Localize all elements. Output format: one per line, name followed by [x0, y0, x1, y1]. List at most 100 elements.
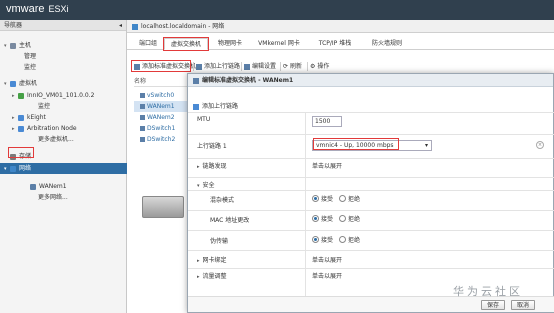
list-item[interactable]: DSwitch1	[140, 123, 175, 134]
nav-item-vm-monitor[interactable]: 监控	[0, 101, 127, 112]
switch-icon	[30, 183, 36, 190]
security-label[interactable]: ▾ 安全	[197, 180, 215, 189]
breadcrumb: localhost.localdomain - 网络	[127, 20, 554, 33]
actions-menu-button[interactable]: ⚙ 操作	[310, 61, 329, 72]
edit-icon	[244, 63, 250, 70]
add-uplink-button[interactable]: 添加上行链路	[196, 61, 240, 72]
toolbar-divider	[193, 62, 194, 71]
list-item[interactable]: vSwitch0	[140, 90, 174, 101]
promiscuous-radio-group: 接受 拒绝	[312, 194, 364, 203]
tab-firewall-rules[interactable]: 防火墙规则	[365, 38, 409, 50]
vm-icon	[10, 80, 16, 87]
refresh-icon: ⟳	[283, 63, 289, 70]
mtu-label: MTU	[197, 116, 211, 123]
navigator-title: 导航器	[4, 22, 23, 29]
link-discovery-value[interactable]: 单击以展开	[312, 161, 342, 170]
expand-arrow-icon[interactable]: ▸	[197, 258, 200, 264]
switch-icon	[140, 137, 145, 142]
link-discovery-label[interactable]: ▸ 链路发现	[197, 161, 227, 170]
switch-icon	[140, 93, 145, 98]
mac-change-reject-radio[interactable]	[338, 215, 346, 222]
switch-icon	[140, 126, 145, 131]
forged-accept-radio[interactable]	[312, 236, 319, 243]
security-row[interactable]	[188, 177, 554, 190]
host-icon	[10, 42, 16, 49]
vm-icon	[18, 114, 24, 121]
list-item[interactable]: WANem2	[140, 112, 175, 123]
cancel-button[interactable]: 取消	[511, 300, 535, 310]
nav-item-host[interactable]: ▾ 主机	[0, 40, 127, 51]
switch-diagram-icon	[142, 196, 184, 218]
refresh-button[interactable]: ⟳ 刷新	[283, 61, 302, 72]
nav-item-wanem1[interactable]: WANem1	[0, 181, 127, 192]
nav-item-manage[interactable]: 管理	[0, 51, 127, 62]
forged-reject-radio[interactable]	[338, 236, 346, 243]
switch-icon	[140, 104, 145, 109]
nav-item-vm-arbitration[interactable]: ▸ Arbitration Node	[0, 123, 127, 134]
toolbar-divider	[307, 62, 308, 71]
mac-change-radio-group: 接受 拒绝	[312, 214, 364, 223]
annotation-highlight-add-vswitch	[131, 60, 191, 72]
nav-item-more-vms[interactable]: 更多虚拟机...	[0, 134, 127, 145]
nic-teaming-label[interactable]: ▸ 网卡绑定	[197, 255, 227, 264]
promiscuous-row	[188, 190, 554, 210]
switch-icon	[193, 77, 199, 84]
tab-physical-nics[interactable]: 物理网卡	[212, 38, 248, 50]
list-column-header[interactable]: 名称	[134, 77, 194, 87]
nav-item-vms[interactable]: ▾ 虚拟机	[0, 78, 127, 89]
annotation-highlight-tab	[163, 37, 209, 51]
remove-uplink-icon[interactable]: ×	[536, 141, 544, 149]
promiscuous-accept-radio[interactable]	[312, 195, 319, 202]
gear-icon: ⚙	[310, 63, 316, 70]
switch-icon	[140, 115, 145, 120]
forged-transmits-radio-group: 接受 拒绝	[312, 235, 364, 244]
nav-item-monitor[interactable]: 监控	[0, 62, 127, 73]
traffic-shaping-row[interactable]	[188, 268, 554, 284]
expand-arrow-icon[interactable]: ▸	[197, 164, 200, 170]
mtu-row	[188, 112, 554, 134]
tab-vmkernel-nics[interactable]: VMkernel 网卡	[253, 38, 305, 50]
watermark-text: 华为云社区	[453, 285, 523, 298]
uplink-label: 上行链路 1	[197, 143, 227, 150]
nav-item-networking[interactable]: ▾ 网络	[0, 163, 127, 174]
vm-on-icon	[18, 92, 24, 99]
list-item[interactable]: DSwitch2	[140, 134, 175, 145]
traffic-shaping-value[interactable]: 单击以展开	[312, 271, 342, 280]
top-bar: vmware ESXi	[0, 0, 554, 20]
toolbar-divider	[241, 62, 242, 71]
save-button[interactable]: 保存	[481, 300, 505, 310]
toolbar-divider	[280, 62, 281, 71]
forged-transmits-row	[188, 230, 554, 250]
list-item[interactable]: WANem1	[134, 101, 190, 112]
network-icon	[10, 165, 16, 172]
edit-settings-button[interactable]: 编辑设置	[244, 61, 276, 72]
toolbar: 添加标准虚拟交换机 添加上行链路 编辑设置 ⟳ 刷新 ⚙ 操作	[127, 53, 554, 71]
collapse-arrow-icon[interactable]: ▾	[197, 183, 200, 189]
annotation-highlight-networking	[8, 147, 34, 158]
navigator-header: 导航器 ◂	[0, 20, 126, 31]
collapse-icon[interactable]: ◂	[119, 20, 122, 31]
traffic-shaping-label[interactable]: ▸ 流量调整	[197, 271, 227, 280]
annotation-highlight-uplink	[313, 138, 399, 150]
promiscuous-label: 混杂模式	[210, 197, 235, 204]
add-icon	[193, 103, 199, 110]
tab-tcpip-stacks[interactable]: TCP/IP 堆栈	[311, 38, 359, 50]
nic-teaming-value[interactable]: 单击以展开	[312, 255, 342, 264]
nic-teaming-row[interactable]	[188, 250, 554, 268]
nav-item-vm-keight[interactable]: ▸ kEight	[0, 112, 127, 123]
nav-item-vm-inno[interactable]: ▸ InnIO_VM01_101.0.0.2	[0, 90, 127, 101]
add-uplink-icon	[196, 63, 202, 70]
link-discovery-row[interactable]	[188, 158, 554, 171]
promiscuous-reject-radio[interactable]	[338, 195, 346, 202]
dialog-title: 编辑标准虚拟交换机 - WANem1	[188, 74, 553, 87]
add-uplink-link[interactable]: 添加上行链路	[193, 101, 238, 110]
edit-vswitch-dialog: 编辑标准虚拟交换机 - WANem1 添加上行链路 MTU 1500 上行链路 …	[187, 73, 554, 313]
nav-item-more-networks[interactable]: 更多网络...	[0, 192, 127, 203]
expand-arrow-icon[interactable]: ▸	[197, 274, 200, 280]
vm-icon	[18, 125, 24, 132]
mac-change-accept-radio[interactable]	[312, 215, 319, 222]
vmware-logo[interactable]: vmware ESXi	[6, 3, 69, 15]
mtu-input[interactable]: 1500	[312, 116, 342, 127]
dropdown-arrow-icon[interactable]: ▾	[425, 141, 428, 150]
tab-port-groups[interactable]: 端口组	[134, 38, 162, 50]
